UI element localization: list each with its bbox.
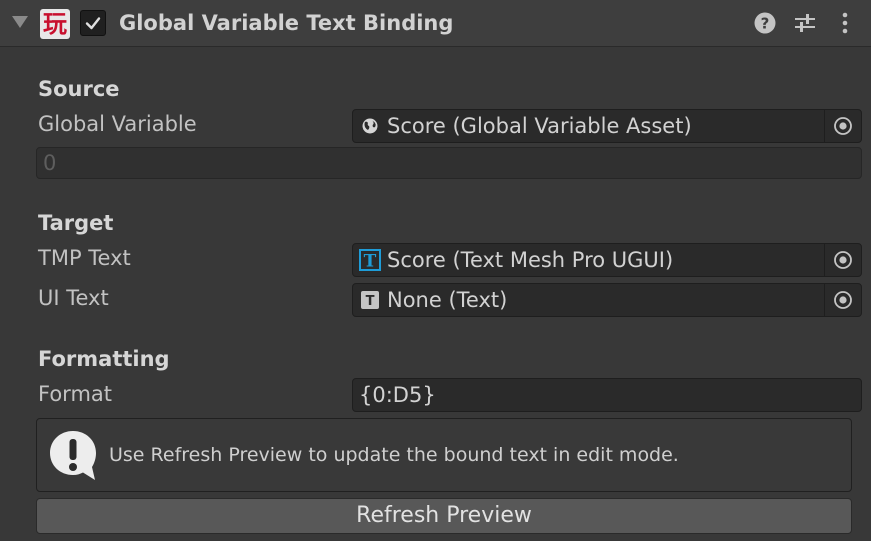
help-box: Use Refresh Preview to update the bound …: [36, 418, 852, 492]
svg-text:T: T: [364, 252, 377, 272]
component-icon: 玩: [40, 9, 70, 39]
svg-text:T: T: [366, 294, 375, 309]
section-label-formatting: Formatting: [38, 347, 170, 371]
more-options-icon[interactable]: [833, 11, 857, 35]
object-picker-icon: [834, 117, 852, 135]
enable-toggle[interactable]: [80, 10, 106, 36]
tmp-text-field[interactable]: T Score (Text Mesh Pro UGUI): [352, 243, 862, 277]
global-variable-label: Global Variable: [38, 112, 197, 136]
global-variable-value: Score (Global Variable Asset): [387, 114, 692, 138]
preview-value: 0: [43, 151, 57, 175]
ui-text-field[interactable]: T None (Text): [352, 283, 862, 317]
section-label-target: Target: [38, 211, 114, 235]
help-message: Use Refresh Preview to update the bound …: [109, 444, 679, 466]
refresh-preview-button[interactable]: Refresh Preview: [36, 498, 852, 534]
object-picker-button[interactable]: [824, 244, 861, 276]
preview-value-field: 0: [36, 147, 862, 179]
object-picker-button[interactable]: [824, 110, 861, 142]
component-icon-glyph: 玩: [43, 10, 67, 38]
foldout-arrow-icon[interactable]: [12, 16, 28, 28]
global-variable-field[interactable]: Score (Global Variable Asset): [352, 109, 862, 143]
ui-text-value: None (Text): [387, 288, 508, 312]
preset-sliders-icon[interactable]: [793, 11, 817, 35]
tmp-text-icon: T: [359, 249, 381, 271]
ui-text-label: UI Text: [38, 286, 109, 310]
object-picker-icon: [834, 291, 852, 309]
component-title: Global Variable Text Binding: [119, 11, 454, 35]
tmp-text-label: TMP Text: [38, 246, 131, 270]
tmp-text-value: Score (Text Mesh Pro UGUI): [387, 248, 674, 272]
section-label-source: Source: [38, 77, 120, 101]
checkmark-icon: [85, 17, 101, 30]
component-header: 玩 Global Variable Text Binding ?: [0, 0, 871, 47]
svg-text:?: ?: [761, 15, 770, 33]
help-icon[interactable]: ?: [753, 11, 777, 35]
format-input[interactable]: {0:D5}: [352, 378, 862, 412]
format-label: Format: [38, 382, 113, 406]
format-value: {0:D5}: [359, 383, 436, 407]
text-icon: T: [361, 291, 379, 309]
info-warning-icon: [50, 431, 96, 480]
object-picker-icon: [834, 251, 852, 269]
globe-icon: [362, 118, 378, 134]
object-picker-button[interactable]: [824, 284, 861, 316]
